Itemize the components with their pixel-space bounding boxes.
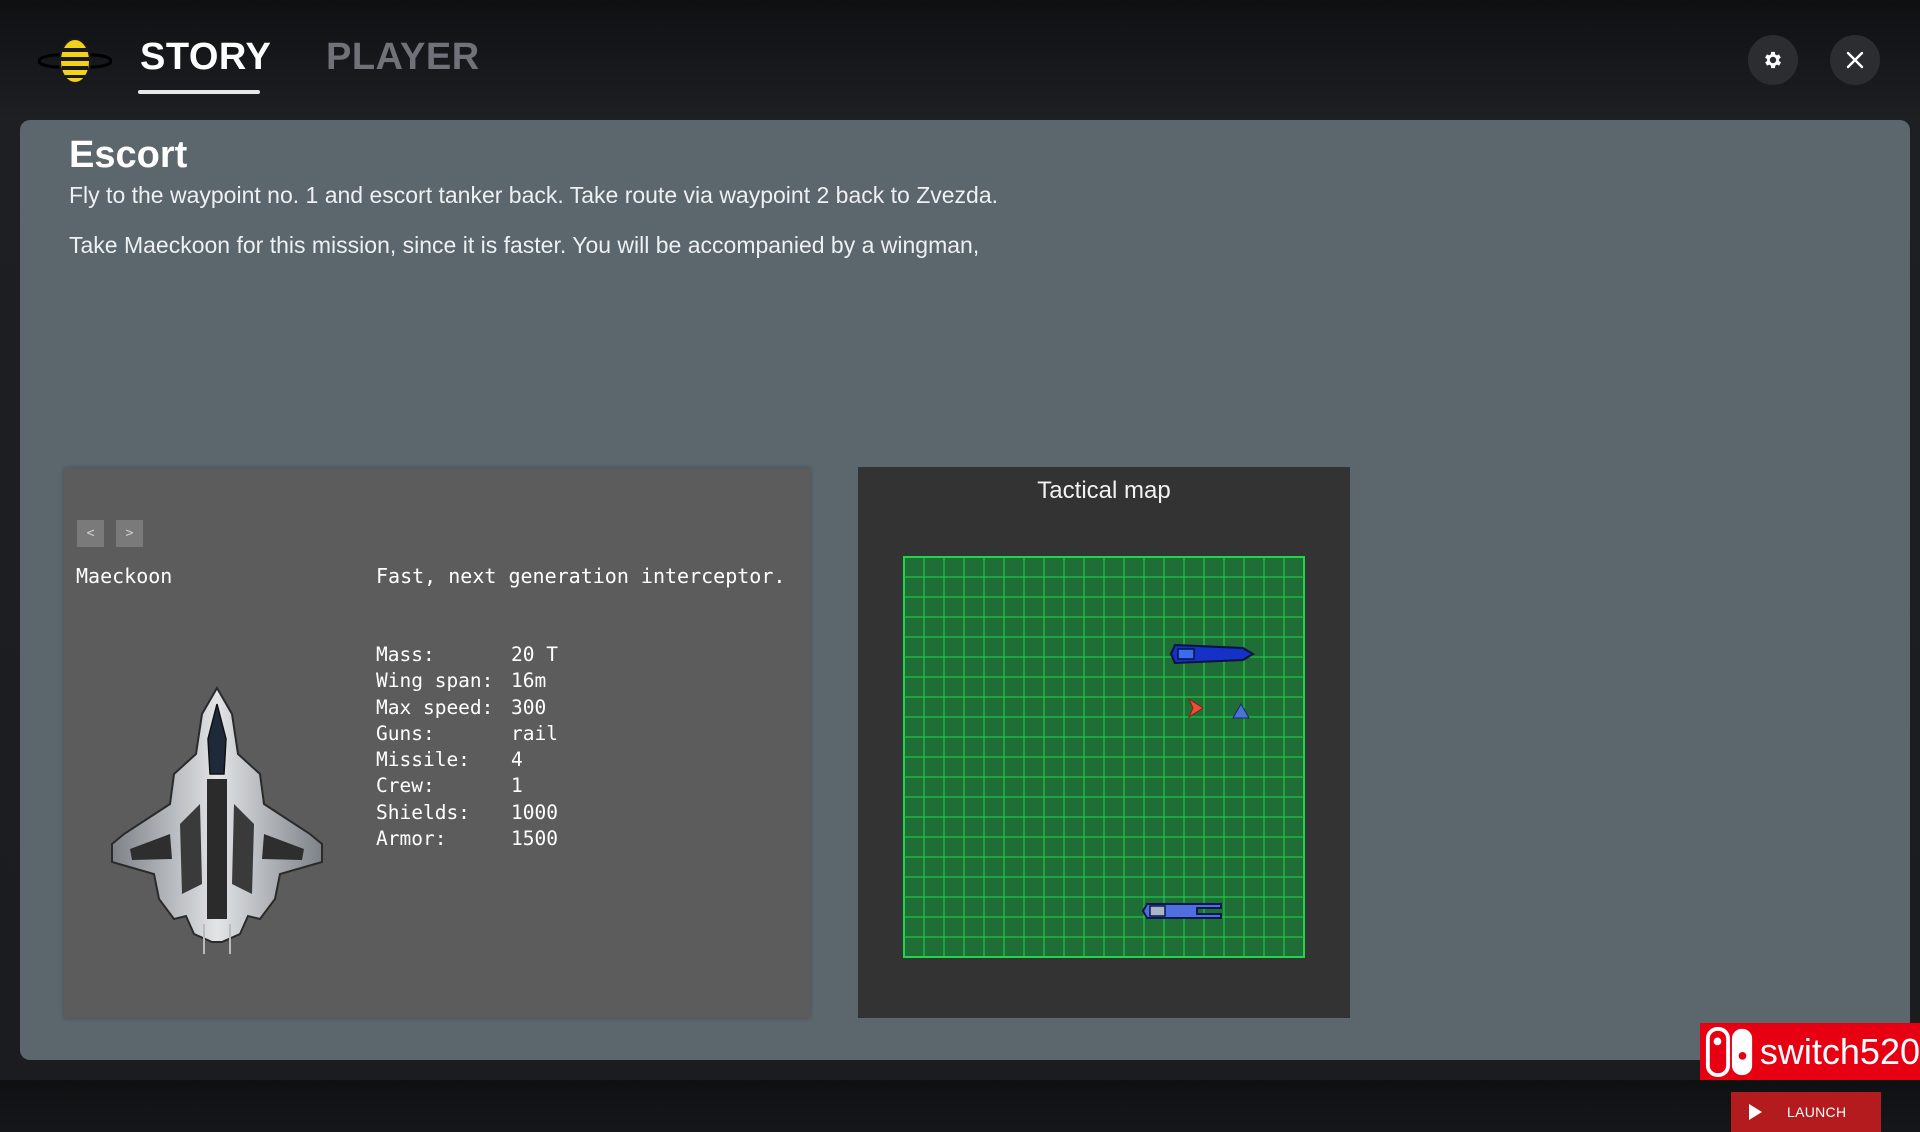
- stat-value: 1500: [511, 827, 558, 851]
- watermark-text: switch520: [1759, 1030, 1920, 1072]
- stat-label: Crew:: [376, 774, 435, 798]
- close-button[interactable]: [1830, 35, 1880, 85]
- close-icon: [1846, 51, 1864, 69]
- stat-label: Missile:: [376, 748, 470, 772]
- next-ship-button[interactable]: >: [116, 520, 143, 547]
- tab-story[interactable]: STORY: [140, 36, 271, 79]
- stat-value: 4: [511, 748, 523, 772]
- stat-label: Wing span:: [376, 669, 494, 693]
- active-tab-indicator: [138, 90, 260, 94]
- map-grid: [904, 557, 1304, 957]
- stat-label: Shields:: [376, 800, 470, 824]
- stat-row: Max speed: 300: [376, 696, 558, 722]
- mission-description-line: Fly to the waypoint no. 1 and escort tan…: [69, 182, 999, 208]
- previous-ship-button[interactable]: <: [77, 520, 104, 547]
- stat-label: Armor:: [376, 827, 447, 851]
- tactical-map[interactable]: [903, 556, 1305, 958]
- watermark: switch520: [1700, 1023, 1920, 1080]
- stat-row: Shields: 1000: [376, 801, 558, 827]
- stat-row: Guns: rail: [376, 722, 558, 748]
- stat-row: Armor: 1500: [376, 827, 558, 853]
- mission-description-line: Take Maeckoon for this mission, since it…: [69, 232, 980, 258]
- tactical-map-title: Tactical map: [1037, 477, 1171, 504]
- tactical-map-panel: Tactical map: [858, 467, 1350, 1018]
- stat-value: 1000: [511, 800, 558, 824]
- gear-icon: [1765, 51, 1781, 69]
- station-marker: [1169, 643, 1255, 665]
- ship-stats: Mass: 20 T Wing span: 16m Max speed: 300 Gu…: [376, 643, 558, 853]
- stat-value: 1: [511, 774, 523, 798]
- stat-value: 300: [511, 695, 547, 719]
- tab-player[interactable]: PLAYER: [326, 36, 480, 79]
- stat-row: Crew: 1: [376, 774, 558, 800]
- settings-button[interactable]: [1748, 35, 1798, 85]
- mission-panel: Escort Fly to the waypoint no. 1 and esc…: [20, 120, 1910, 1132]
- ship-info-panel: < > Maeckoon Fast, next generation inter…: [64, 468, 810, 1018]
- ship-tagline: Fast, next generation interceptor.: [376, 564, 786, 588]
- stat-value: 16m: [511, 669, 547, 693]
- play-icon: [1749, 1104, 1762, 1120]
- launch-button[interactable]: LAUNCH: [1731, 1092, 1881, 1132]
- stat-value: 20 T: [511, 643, 558, 666]
- stat-row: Missile: 4: [376, 748, 558, 774]
- mission-title: Escort: [69, 134, 188, 176]
- ship-name: Maeckoon: [76, 564, 173, 588]
- launch-label: LAUNCH: [1787, 1104, 1847, 1120]
- stat-label: Mass:: [376, 643, 435, 666]
- stat-label: Guns:: [376, 721, 435, 745]
- stat-value: rail: [511, 721, 558, 745]
- ship-image: [111, 685, 323, 954]
- top-bar: STORY PLAYER: [0, 0, 1920, 118]
- stat-row: Wing span: 16m: [376, 669, 558, 695]
- stat-row: Mass: 20 T: [376, 643, 558, 669]
- stat-label: Max speed:: [376, 695, 494, 719]
- nintendo-switch-icon: [1705, 1026, 1753, 1077]
- bee-icon: [38, 38, 112, 84]
